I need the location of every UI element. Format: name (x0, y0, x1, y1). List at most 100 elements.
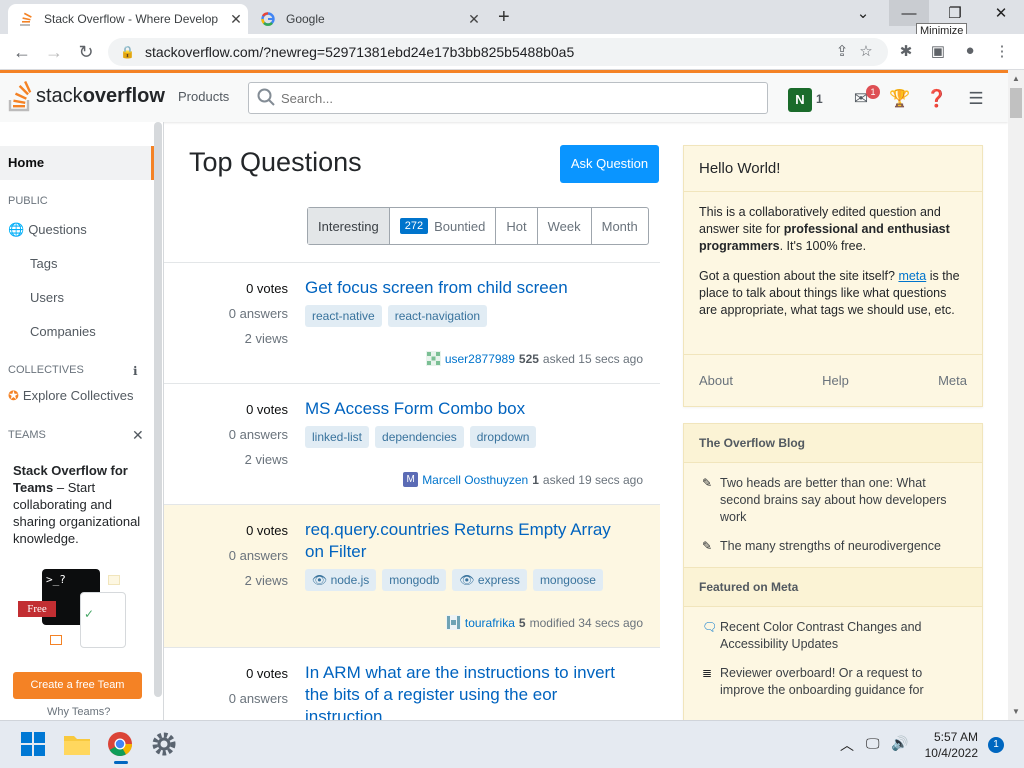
tab-week[interactable]: Week (538, 208, 592, 244)
notification-badge[interactable]: 1 (988, 737, 1004, 753)
stackoverflow-logo-icon (8, 80, 34, 112)
ask-question-button[interactable]: Ask Question (560, 145, 659, 183)
collectives-label: COLLECTIVES (8, 364, 84, 376)
settings-gear-icon[interactable] (151, 731, 179, 759)
sidebar-item-tags[interactable]: Tags (30, 256, 57, 271)
search-input[interactable] (281, 90, 767, 106)
info-icon[interactable]: ℹ (133, 364, 138, 378)
close-window-button[interactable]: ✕ (981, 4, 1021, 22)
browser-menu-icon[interactable]: ⋮ (992, 42, 1012, 62)
help-icon[interactable]: ❓ (926, 89, 948, 111)
left-sidebar: Home PUBLIC 🌐 Questions Tags Users Compan… (0, 122, 164, 720)
taskbar-clock[interactable]: 5:57 AM 10/4/2022 (916, 729, 978, 761)
modified-time[interactable]: modified 34 secs ago (530, 616, 643, 630)
hello-body: This is a collaboratively edited questio… (699, 205, 960, 317)
tab-search-chevron-icon[interactable]: ⌄ (843, 4, 883, 22)
tag[interactable]: dropdown (469, 426, 537, 448)
question-title-link[interactable]: Get focus screen from child screen (305, 277, 625, 299)
why-teams-link[interactable]: Why Teams? (47, 706, 110, 718)
user-link[interactable]: tourafrika (465, 616, 515, 630)
tab-stack-overflow[interactable]: Stack Overflow - Where Develop ✕ (8, 4, 248, 34)
tab-title: Google (286, 12, 325, 26)
tab-hot[interactable]: Hot (496, 208, 538, 244)
meta-item[interactable]: ≣ Reviewer overboard! Or a request to im… (684, 659, 982, 705)
question-summary: 0 votes 0 answers 2 views MS Access Form… (164, 383, 660, 504)
close-teams-icon[interactable]: ✕ (132, 427, 144, 444)
show-hidden-icons-chevron-icon[interactable]: ︿ (840, 735, 854, 755)
products-link[interactable]: Products (178, 89, 229, 104)
profile-icon[interactable]: ● (960, 42, 980, 62)
question-title-link[interactable]: MS Access Form Combo box (305, 398, 625, 420)
tab-close-icon[interactable]: ✕ (462, 11, 486, 28)
new-tab-plus-icon[interactable]: + (498, 6, 510, 29)
tag[interactable]: 👁 express (452, 569, 527, 591)
address-bar[interactable]: 🔒 stackoverflow.com/?newreg=52971381ebd2… (108, 38, 888, 66)
achievements-trophy-icon[interactable]: 🏆 (889, 89, 911, 111)
volume-icon[interactable]: 🔊 (891, 735, 908, 752)
bookmark-star-icon[interactable]: ☆ (856, 42, 876, 62)
share-icon[interactable]: ⇪ (832, 42, 852, 62)
help-link[interactable]: Help (822, 373, 849, 388)
extensions-puzzle-icon[interactable]: ✱ (896, 42, 916, 62)
search-icon (257, 88, 275, 109)
question-title-link[interactable]: In ARM what are the instructions to inve… (305, 662, 625, 720)
tab-interesting[interactable]: Interesting (308, 208, 390, 244)
site-switcher-icon[interactable]: ☰ (965, 89, 987, 111)
tab-google[interactable]: Google ✕ (250, 4, 486, 34)
restore-button[interactable]: ❐ (935, 4, 975, 22)
blog-list: ✎ Two heads are better than one: What se… (684, 463, 982, 567)
scroll-down-arrow-icon[interactable]: ▼ (1012, 707, 1020, 716)
sidebar-item-questions[interactable]: 🌐 Questions (8, 222, 87, 238)
meta-footer-link[interactable]: Meta (938, 373, 967, 388)
so-logo[interactable]: stackoverflow (8, 80, 165, 112)
tag[interactable]: dependencies (375, 426, 464, 448)
tag[interactable]: react-navigation (387, 305, 488, 327)
sidebar-scrollbar[interactable] (154, 122, 162, 697)
blog-item[interactable]: ✎ Two heads are better than one: What se… (684, 469, 982, 532)
identicon-avatar-icon[interactable] (445, 615, 461, 630)
windows-start-icon[interactable] (20, 731, 48, 759)
network-icon[interactable]: 🖵 (866, 735, 880, 752)
blog-item[interactable]: ✎ The many strengths of neurodivergence (684, 532, 982, 561)
stack-exchange-icon: ≣ (702, 666, 713, 680)
tag[interactable]: react-native (305, 305, 382, 327)
tag[interactable]: mongodb (382, 569, 447, 591)
chrome-icon[interactable] (107, 731, 135, 764)
user-avatar[interactable]: M (403, 472, 419, 487)
identicon-avatar-icon[interactable] (425, 351, 441, 366)
user-reputation: 5 (518, 615, 526, 630)
back-arrow-icon[interactable]: ← (10, 40, 34, 64)
scrollbar-thumb[interactable] (1010, 88, 1022, 118)
sidebar-item-companies[interactable]: Companies (30, 324, 96, 339)
reload-icon[interactable]: ↻ (74, 40, 98, 64)
page-scrollbar[interactable]: ▲ ▼ (1008, 70, 1024, 720)
about-link[interactable]: About (699, 373, 733, 388)
meta-link[interactable]: meta (898, 269, 926, 283)
sidebar-item-explore-collectives[interactable]: ✪ Explore Collectives (8, 388, 133, 404)
question-summary: 0 votes 0 answers 2 views req.query.coun… (164, 504, 660, 647)
tab-bountied[interactable]: 272 Bountied (390, 208, 497, 244)
forward-arrow-icon[interactable]: → (42, 40, 66, 64)
user-link[interactable]: user2877989 (445, 352, 515, 366)
sidebar-item-home[interactable]: Home (0, 146, 154, 180)
user-avatar[interactable]: N (788, 88, 812, 112)
tag[interactable]: linked-list (305, 426, 370, 448)
sidebar-item-users[interactable]: Users (30, 290, 64, 305)
tag[interactable]: 👁 node.js (305, 569, 377, 591)
vote-count: 0 votes (246, 523, 288, 538)
asked-time[interactable]: asked 19 secs ago (543, 473, 643, 487)
tag[interactable]: mongoose (532, 569, 603, 591)
hello-world-widget: Hello World! This is a collaboratively e… (683, 145, 983, 407)
tab-month[interactable]: Month (592, 208, 648, 244)
create-free-team-button[interactable]: Create a free Team (13, 672, 142, 699)
search-box[interactable] (248, 82, 768, 114)
side-panel-icon[interactable]: ▣ (928, 42, 948, 62)
scroll-up-arrow-icon[interactable]: ▲ (1012, 74, 1020, 83)
tab-close-icon[interactable]: ✕ (224, 11, 248, 28)
asked-time[interactable]: asked 15 secs ago (543, 352, 643, 366)
question-title-link[interactable]: req.query.countries Returns Empty Array … (305, 519, 625, 563)
file-explorer-icon[interactable] (63, 731, 91, 759)
collectives-star-icon: ✪ (8, 388, 19, 403)
meta-item[interactable]: 🗨 Recent Color Contrast Changes and Acce… (684, 613, 982, 659)
user-link[interactable]: Marcell Oosthuyzen (422, 473, 528, 487)
